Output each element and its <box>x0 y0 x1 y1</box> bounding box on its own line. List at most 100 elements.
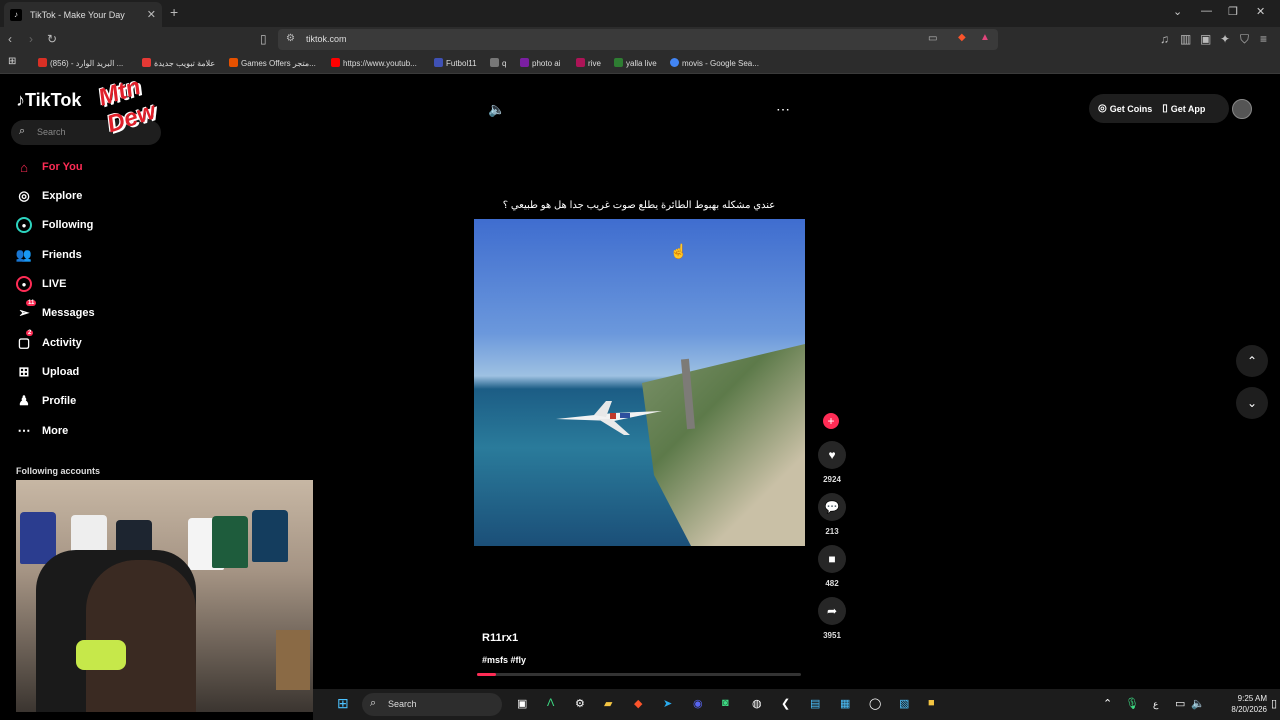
activity-icon: ▢ <box>17 335 31 350</box>
video-player[interactable] <box>474 219 805 546</box>
comment-button[interactable]: 💬 213 <box>817 493 847 536</box>
video-caption: عندي مشكله بهبوط الطائرة يطلع صوت غريب ج… <box>502 200 776 211</box>
comment-icon: 💬 <box>818 493 846 521</box>
nav-activity[interactable]: ▢ 2 Activity <box>16 330 156 354</box>
live-icon: ● <box>16 276 32 292</box>
site-info-icon[interactable]: ⚙ <box>286 33 295 44</box>
bookmark-item[interactable]: photo ai <box>520 58 560 68</box>
media-icon[interactable]: ♫ <box>1160 32 1169 46</box>
microphone-icon[interactable]: 🎙 <box>1125 697 1139 710</box>
network-icon[interactable]: ▭ <box>1175 697 1185 710</box>
forward-icon[interactable]: › <box>29 32 33 46</box>
maximize-icon[interactable]: ❐ <box>1228 5 1238 18</box>
new-tab-icon[interactable]: + <box>170 4 178 20</box>
app-window-icon[interactable]: ▤ <box>810 697 820 710</box>
wallet-icon[interactable]: ▣ <box>1200 32 1211 46</box>
nav-messages[interactable]: ➢ 11 Messages <box>16 300 156 324</box>
streamer <box>86 560 196 712</box>
sidebar-icon[interactable]: ▥ <box>1180 32 1191 46</box>
taskbar-search[interactable]: ⌕ Search <box>362 693 502 716</box>
like-button[interactable]: ♥ 2924 <box>817 441 847 484</box>
previous-video-button[interactable]: ⌃ <box>1236 345 1268 377</box>
video-hashtags[interactable]: #msfs #fly <box>482 655 526 665</box>
bookmark-item[interactable]: https://www.youtub... <box>331 58 417 68</box>
system-clock[interactable]: 9:25 AM 8/20/2026 <box>1213 693 1267 715</box>
speaker-icon[interactable]: 🔈 <box>1191 697 1205 710</box>
tiktok-favicon-icon: ♪ <box>10 8 22 21</box>
brave-shields-icon[interactable]: ◆ <box>958 32 966 43</box>
tray-chevron-icon[interactable]: ⌃ <box>1103 697 1112 710</box>
video-progress-bar[interactable] <box>477 673 801 676</box>
nav-friends[interactable]: 👥 Friends <box>16 244 156 266</box>
back-icon[interactable]: ‹ <box>8 32 12 46</box>
video-author[interactable]: R11rx1 <box>482 632 518 644</box>
clock-date: 8/20/2026 <box>1231 705 1267 714</box>
reload-icon[interactable]: ↻ <box>47 32 57 46</box>
minimize-icon[interactable]: — <box>1201 5 1212 17</box>
next-video-button[interactable]: ⌄ <box>1236 387 1268 419</box>
get-coins-button[interactable]: Get Coins <box>1110 104 1153 114</box>
webcam-overlay <box>16 480 313 712</box>
task-view-icon[interactable]: ▣ <box>517 697 527 710</box>
store-icon[interactable]: ▦ <box>840 697 850 710</box>
cast-icon[interactable]: ▭ <box>928 33 937 44</box>
brave-rewards-icon[interactable]: ▲ <box>980 32 990 43</box>
nav-following[interactable]: ● Following <box>16 214 156 236</box>
chevron-up-icon: ⌃ <box>1246 354 1258 368</box>
apps-grid-icon[interactable]: ⊞ <box>8 56 16 67</box>
steam-icon[interactable]: ⚙ <box>575 697 585 710</box>
follow-plus-button[interactable]: + <box>823 413 839 429</box>
search-app-icon[interactable]: ◯ <box>869 697 881 710</box>
discord-icon[interactable]: ◉ <box>693 697 703 710</box>
bookmark-item[interactable]: (856) - البريد الوارد ... <box>38 58 123 68</box>
bookmark-item[interactable]: movis - Google Sea... <box>670 58 759 68</box>
notifications-icon[interactable]: ▯ <box>1271 697 1277 710</box>
language-indicator[interactable]: ع <box>1153 699 1158 710</box>
vpn-icon[interactable]: ⛉ <box>1240 32 1249 47</box>
nav-for-you[interactable]: ⌂ For You <box>16 156 156 178</box>
following-icon: ● <box>16 217 32 233</box>
bookmark-item[interactable]: rive <box>576 58 601 68</box>
bookmark-item[interactable]: yalla live <box>614 58 657 68</box>
file-explorer-icon[interactable]: ▰ <box>604 697 612 710</box>
avatar[interactable] <box>1232 99 1252 119</box>
compass-icon: ◎ <box>18 188 30 203</box>
more-options-icon[interactable]: ⋯ <box>776 101 790 118</box>
obs-icon[interactable]: ◍ <box>752 697 762 710</box>
bookmark-save-icon: ■ <box>818 545 846 573</box>
close-window-icon[interactable]: ✕ <box>1256 5 1265 18</box>
nav-more[interactable]: ⋯ More <box>16 420 156 442</box>
close-tab-icon[interactable]: ✕ <box>147 8 156 21</box>
nav-profile[interactable]: ♟ Profile <box>16 390 156 412</box>
nav-explore[interactable]: ◎ Explore <box>16 185 156 207</box>
snipping-icon[interactable]: ▧ <box>899 697 909 710</box>
nav-upload[interactable]: ⊞ Upload <box>16 361 156 383</box>
bookmark-item[interactable]: Futbol11 <box>434 58 477 68</box>
coin-icon: ◎ <box>1098 103 1107 114</box>
volume-icon[interactable]: 🔈 <box>488 101 505 118</box>
app-icon[interactable]: Ʌ <box>547 697 554 709</box>
browser-tab[interactable]: ♪ TikTok - Make Your Day ✕ <box>4 2 162 27</box>
activity-badge: 2 <box>26 330 34 336</box>
bookmark-item[interactable]: q <box>490 58 506 68</box>
windows-start-icon[interactable]: ⊞ <box>337 695 349 712</box>
address-bar[interactable]: ⚙ tiktok.com ▭ ◆ ▲ <box>278 29 998 50</box>
capcut-icon[interactable]: ❮ <box>781 697 790 710</box>
bookmarks-bar: ⊞ (856) - البريد الوارد ... علامة تبويب … <box>0 52 1280 74</box>
bookmark-item[interactable]: Games Offers متجر... <box>229 58 316 68</box>
game-icon[interactable]: ■ <box>928 697 935 709</box>
jersey-decor <box>252 510 288 562</box>
get-app-button[interactable]: Get App <box>1171 104 1206 114</box>
save-button[interactable]: ■ 482 <box>817 545 847 588</box>
leo-ai-icon[interactable]: ✦ <box>1220 32 1230 46</box>
chevron-down-icon: ⌄ <box>1246 396 1258 410</box>
tab-list-chevron-icon[interactable]: ⌄ <box>1173 5 1182 18</box>
bookmark-icon[interactable]: ▯ <box>260 32 267 46</box>
share-button[interactable]: ➦ 3951 <box>817 597 847 640</box>
brave-browser-icon[interactable]: ◆ <box>634 697 642 710</box>
telegram-icon[interactable]: ➤ <box>663 697 672 710</box>
whatsapp-icon[interactable]: ◙ <box>722 697 729 709</box>
nav-live[interactable]: ● LIVE <box>16 273 156 295</box>
menu-icon[interactable]: ≡ <box>1260 32 1267 46</box>
tiktok-logo[interactable]: ♪TikTok <box>16 90 81 111</box>
